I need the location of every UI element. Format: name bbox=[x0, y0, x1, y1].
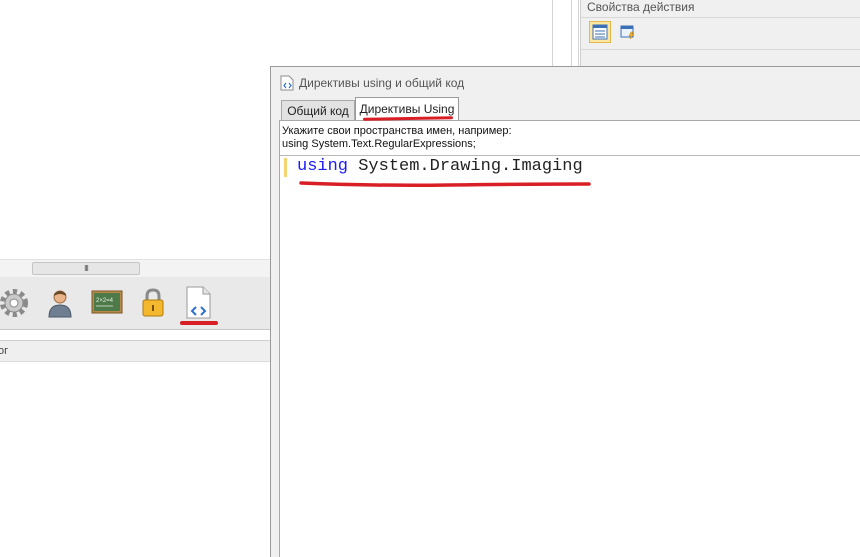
chalkboard-icon: 2×2=4 bbox=[91, 290, 123, 314]
code-keyword: using bbox=[297, 157, 349, 176]
code-file-icon bbox=[186, 286, 211, 319]
list-view-icon bbox=[592, 24, 608, 40]
user-icon bbox=[48, 290, 72, 318]
divider bbox=[581, 49, 860, 50]
bottom-panel-header bbox=[0, 340, 270, 362]
lock-icon bbox=[142, 288, 164, 317]
settings-button[interactable] bbox=[0, 285, 32, 321]
properties-panel: Свойства действия bbox=[580, 0, 860, 66]
tab-general-code[interactable]: Общий код bbox=[281, 100, 355, 120]
events-view-button[interactable] bbox=[617, 21, 639, 43]
panel-divider bbox=[571, 0, 572, 66]
changed-line-marker bbox=[284, 158, 287, 177]
dialog-code-icon bbox=[280, 75, 294, 91]
code-editor[interactable] bbox=[280, 156, 860, 557]
dialog-title: Директивы using и общий код bbox=[299, 76, 465, 90]
properties-view-button[interactable] bbox=[589, 21, 611, 43]
svg-text:2×2=4: 2×2=4 bbox=[96, 298, 114, 304]
code-namespace: System.Drawing.Imaging bbox=[348, 157, 583, 176]
panel-divider bbox=[578, 0, 579, 66]
bottom-panel-title: ог bbox=[0, 345, 9, 357]
screen: Свойства действия III 2×2=4 ог Директивы… bbox=[0, 0, 860, 557]
using-directives-button[interactable] bbox=[180, 285, 216, 321]
lock-button[interactable] bbox=[138, 285, 168, 321]
spacer bbox=[0, 331, 270, 340]
tab-label: Директивы Using bbox=[359, 102, 455, 116]
hint-text: Укажите свои пространства имен, например… bbox=[282, 125, 512, 137]
splitter-grip[interactable]: III bbox=[32, 262, 140, 275]
properties-panel-title: Свойства действия bbox=[587, 0, 695, 14]
tab-label: Общий код bbox=[287, 103, 349, 118]
divider bbox=[581, 17, 860, 18]
toolbox bbox=[0, 277, 270, 330]
user-button[interactable] bbox=[44, 285, 76, 321]
panel-divider bbox=[552, 0, 553, 66]
annotation-underline bbox=[299, 181, 591, 187]
gear-icon bbox=[0, 289, 28, 317]
formula-button[interactable]: 2×2=4 bbox=[90, 285, 124, 321]
code-line[interactable]: using System.Drawing.Imaging bbox=[297, 156, 583, 178]
annotation-underline bbox=[180, 321, 218, 325]
window-lightning-icon bbox=[620, 25, 635, 40]
hint-example: using System.Text.RegularExpressions; bbox=[282, 138, 476, 150]
